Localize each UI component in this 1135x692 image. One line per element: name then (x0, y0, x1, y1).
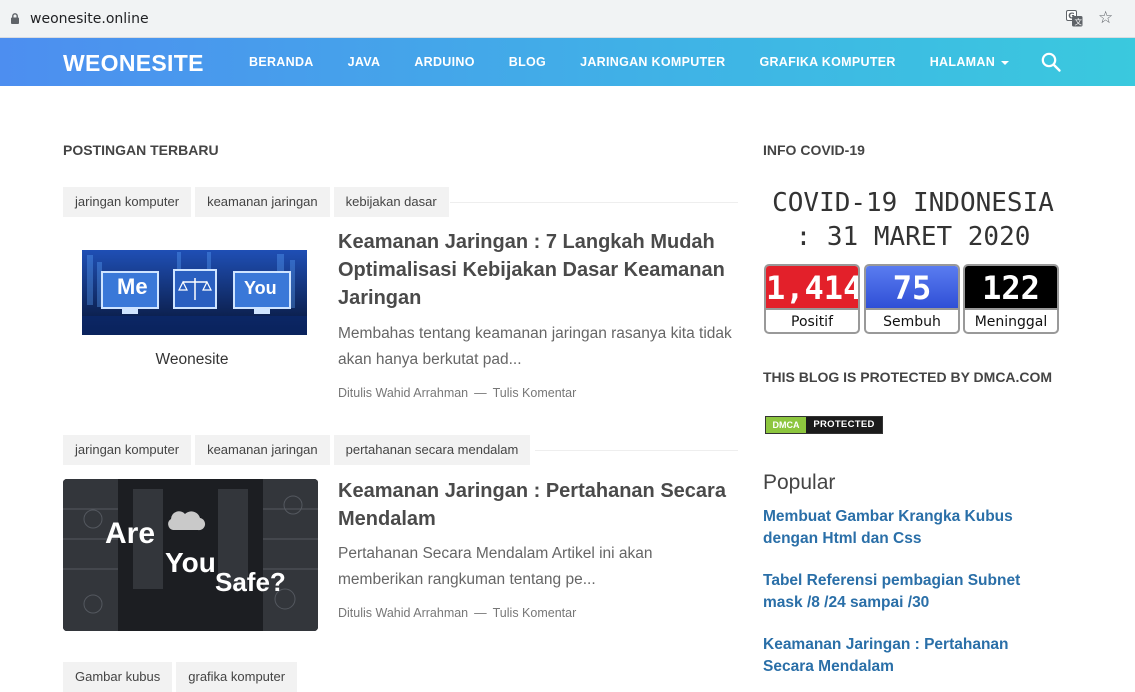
menu-item-halaman[interactable]: HALAMAN (913, 38, 1026, 86)
post-comment-link[interactable]: Tulis Komentar (493, 386, 577, 400)
covid-stat-positif: 1,414 Positif (764, 264, 860, 334)
popular-heading: Popular (763, 471, 836, 494)
menu-item-java[interactable]: JAVA (331, 38, 398, 86)
covid-title-line: : 31 MARET 2020 (795, 222, 1031, 252)
divider (535, 450, 738, 451)
thumbnail-text: Safe? (215, 567, 286, 597)
divider (450, 202, 738, 203)
browser-address-bar: weonesite.online G 文 ☆ (0, 0, 1135, 38)
site-logo[interactable]: WEONESITE (63, 50, 204, 77)
covid-stat-label: Positif (766, 308, 858, 332)
search-icon[interactable] (1040, 51, 1062, 73)
site-navbar: WEONESITE BERANDA JAVA ARDUINO BLOG JARI… (0, 38, 1135, 86)
lock-icon[interactable] (10, 13, 20, 24)
dmca-badge-left: DMCA (766, 417, 806, 433)
post-author[interactable]: Ditulis Wahid Arrahman (338, 386, 468, 400)
post-2-tags: jaringan komputer keamanan jaringan pert… (63, 435, 534, 465)
post-1-excerpt: Membahas tentang keamanan jaringan rasan… (338, 325, 732, 368)
tag-chip[interactable]: kebijakan dasar (333, 187, 449, 217)
thumbnail-text: You (165, 547, 216, 578)
post-comment-link[interactable]: Tulis Komentar (493, 606, 577, 620)
tag-chip[interactable]: grafika komputer (176, 662, 298, 692)
thumbnail-text: Me (117, 274, 148, 299)
covid-widget-title: COVID-19 INDONESIA : 31 MARET 2020 (763, 186, 1063, 254)
covid-stat-meninggal: 122 Meninggal (963, 264, 1059, 334)
popular-link[interactable]: Keamanan Jaringan : Pertahanan Secara Me… (763, 634, 1063, 678)
post-1-meta: Ditulis Wahid Arrahman — Tulis Komentar (338, 386, 576, 400)
dmca-section-heading: THIS BLOG IS PROTECTED BY DMCA.COM (763, 369, 1053, 385)
tag-chip[interactable]: Gambar kubus (63, 662, 173, 692)
tag-chip[interactable]: jaringan komputer (63, 435, 192, 465)
post-1-thumbnail[interactable]: Me You (82, 250, 307, 335)
covid-section-heading: INFO COVID-19 (763, 142, 865, 158)
post-2-thumbnail[interactable]: Are You Safe? (63, 479, 318, 631)
menu-item-blog[interactable]: BLOG (492, 38, 563, 86)
post-author[interactable]: Ditulis Wahid Arrahman (338, 606, 468, 620)
tag-chip[interactable]: pertahanan secara mendalam (333, 435, 531, 465)
dmca-badge-right: PROTECTED (806, 417, 882, 433)
post-1-title[interactable]: Keamanan Jaringan : 7 Langkah Mudah Opti… (338, 228, 738, 312)
latest-posts-heading: POSTINGAN TERBARU (63, 142, 219, 158)
covid-stat-label: Sembuh (866, 308, 958, 332)
star-icon[interactable]: ☆ (1098, 9, 1113, 27)
covid-stat-value: 75 (866, 266, 958, 308)
meta-separator: — (474, 606, 487, 620)
menu-item-jaringan-komputer[interactable]: JARINGAN KOMPUTER (563, 38, 742, 86)
dmca-badge[interactable]: DMCA PROTECTED (765, 416, 883, 434)
covid-title-line: COVID-19 INDONESIA (772, 188, 1054, 218)
post-1-tags: jaringan komputer keamanan jaringan kebi… (63, 187, 453, 217)
svg-text:文: 文 (1075, 17, 1083, 27)
meta-separator: — (474, 386, 487, 400)
covid-stat-value: 122 (965, 266, 1057, 308)
covid-stat-sembuh: 75 Sembuh (864, 264, 960, 334)
menu-item-arduino[interactable]: ARDUINO (397, 38, 491, 86)
tag-chip[interactable]: keamanan jaringan (195, 435, 330, 465)
menu-item-beranda[interactable]: BERANDA (232, 38, 331, 86)
post-2-title[interactable]: Keamanan Jaringan : Pertahanan Secara Me… (338, 477, 738, 533)
covid-stat-value: 1,414 (766, 266, 858, 308)
chevron-down-icon (1001, 60, 1010, 65)
menu-item-halaman-label: HALAMAN (929, 55, 996, 69)
tag-chip[interactable]: keamanan jaringan (195, 187, 330, 217)
thumbnail-text: Are (105, 517, 156, 550)
post-2-meta: Ditulis Wahid Arrahman — Tulis Komentar (338, 606, 576, 620)
translate-icon[interactable]: G 文 (1066, 10, 1083, 27)
url-text[interactable]: weonesite.online (30, 11, 149, 27)
tag-chip[interactable]: jaringan komputer (63, 187, 192, 217)
post-2-excerpt: Pertahanan Secara Mendalam Artikel ini a… (338, 545, 653, 588)
popular-link[interactable]: Membuat Gambar Krangka Kubus dengan Html… (763, 506, 1063, 550)
thumbnail-caption: Weonesite (155, 351, 229, 368)
covid-stat-label: Meninggal (965, 308, 1057, 332)
menu-item-grafika-komputer[interactable]: GRAFIKA KOMPUTER (742, 38, 912, 86)
post-3-tags: Gambar kubus grafika komputer (63, 662, 301, 692)
popular-link[interactable]: Tabel Referensi pembagian Subnet mask /8… (763, 570, 1063, 614)
thumbnail-text: You (244, 278, 277, 298)
main-menu: BERANDA JAVA ARDUINO BLOG JARINGAN KOMPU… (232, 38, 1026, 86)
